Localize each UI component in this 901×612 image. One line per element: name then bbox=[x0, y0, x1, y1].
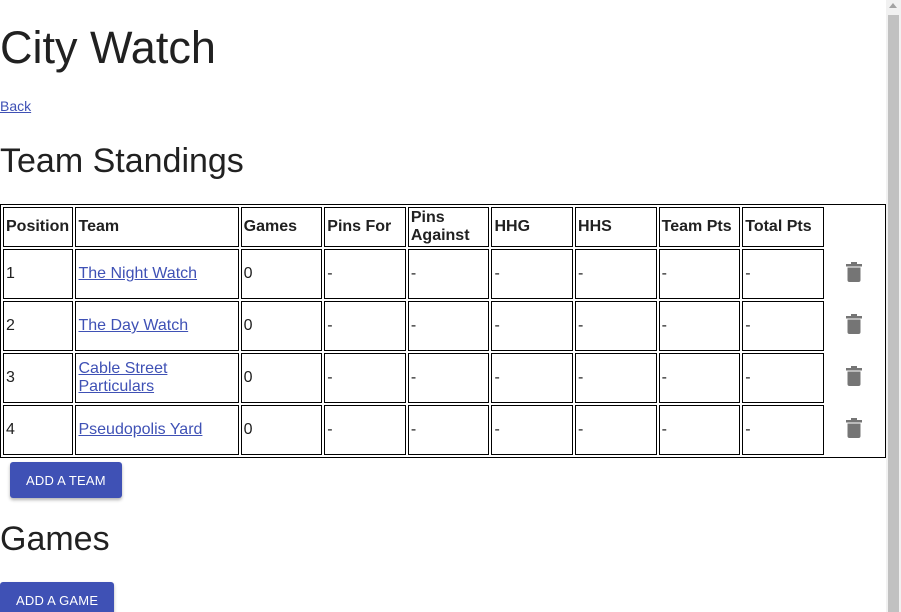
cell-position: 2 bbox=[3, 301, 74, 351]
table-row: 4 Pseudopolis Yard 0 - - - - - - bbox=[3, 405, 883, 455]
table-row: 3 Cable Street Particulars 0 - - - - - - bbox=[3, 353, 883, 403]
column-header-actions bbox=[826, 207, 883, 247]
cell-team: Pseudopolis Yard bbox=[75, 405, 239, 455]
add-team-button[interactable]: ADD A TEAM bbox=[10, 462, 122, 498]
team-link[interactable]: The Night Watch bbox=[78, 265, 197, 282]
page-title: City Watch bbox=[0, 22, 216, 73]
table-row: 2 The Day Watch 0 - - - - - - bbox=[3, 301, 883, 351]
cell-team: Cable Street Particulars bbox=[75, 353, 239, 403]
cell-hhg: - bbox=[491, 249, 574, 299]
cell-games: 0 bbox=[240, 353, 323, 403]
cell-pins-for: - bbox=[324, 249, 406, 299]
standings-table: Position Team Games Pins For Pins Agains… bbox=[0, 204, 886, 458]
cell-total-pts: - bbox=[742, 249, 824, 299]
cell-total-pts: - bbox=[742, 301, 824, 351]
cell-team: The Day Watch bbox=[75, 301, 239, 351]
cell-actions bbox=[826, 353, 883, 403]
column-header-team-pts: Team Pts bbox=[658, 207, 741, 247]
trash-icon[interactable] bbox=[846, 313, 863, 334]
column-header-pins-against: Pins Against bbox=[407, 207, 490, 247]
cell-pins-against: - bbox=[407, 301, 490, 351]
page: City Watch Back Team Standings Position … bbox=[0, 0, 886, 612]
cell-hhs: - bbox=[575, 353, 657, 403]
cell-hhs: - bbox=[575, 405, 657, 455]
cell-pins-for: - bbox=[324, 405, 406, 455]
cell-pins-for: - bbox=[324, 353, 406, 403]
trash-icon[interactable] bbox=[846, 365, 863, 386]
cell-hhg: - bbox=[491, 353, 574, 403]
cell-hhg: - bbox=[491, 405, 574, 455]
cell-actions bbox=[826, 301, 883, 351]
vertical-scrollbar[interactable] bbox=[886, 0, 901, 612]
team-link[interactable]: Cable Street Particulars bbox=[78, 360, 167, 395]
cell-team: The Night Watch bbox=[75, 249, 239, 299]
cell-pins-against: - bbox=[407, 249, 490, 299]
games-heading: Games bbox=[0, 520, 110, 558]
column-header-games: Games bbox=[240, 207, 323, 247]
column-header-pins-for: Pins For bbox=[324, 207, 406, 247]
column-header-team: Team bbox=[75, 207, 239, 247]
back-link[interactable]: Back bbox=[0, 98, 31, 114]
cell-pins-against: - bbox=[407, 405, 490, 455]
cell-games: 0 bbox=[240, 301, 323, 351]
cell-hhg: - bbox=[491, 301, 574, 351]
cell-actions bbox=[826, 249, 883, 299]
cell-actions bbox=[826, 405, 883, 455]
trash-icon[interactable] bbox=[846, 417, 863, 438]
cell-games: 0 bbox=[240, 249, 323, 299]
cell-position: 3 bbox=[3, 353, 74, 403]
cell-games: 0 bbox=[240, 405, 323, 455]
team-link[interactable]: The Day Watch bbox=[78, 317, 188, 334]
cell-team-pts: - bbox=[658, 301, 741, 351]
column-header-position: Position bbox=[3, 207, 74, 247]
standings-heading: Team Standings bbox=[0, 142, 244, 180]
cell-hhs: - bbox=[575, 249, 657, 299]
cell-total-pts: - bbox=[742, 353, 824, 403]
cell-position: 1 bbox=[3, 249, 74, 299]
cell-total-pts: - bbox=[742, 405, 824, 455]
column-header-total-pts: Total Pts bbox=[742, 207, 824, 247]
column-header-hhg: HHG bbox=[491, 207, 574, 247]
cell-team-pts: - bbox=[658, 405, 741, 455]
cell-pins-for: - bbox=[324, 301, 406, 351]
scrollbar-thumb[interactable] bbox=[888, 15, 899, 612]
add-game-button[interactable]: ADD A GAME bbox=[0, 582, 115, 612]
cell-team-pts: - bbox=[658, 353, 741, 403]
cell-team-pts: - bbox=[658, 249, 741, 299]
cell-pins-against: - bbox=[407, 353, 490, 403]
cell-position: 4 bbox=[3, 405, 74, 455]
column-header-hhs: HHS bbox=[575, 207, 657, 247]
table-header-row: Position Team Games Pins For Pins Agains… bbox=[3, 207, 883, 247]
scroll-up-arrow-icon[interactable] bbox=[889, 3, 897, 8]
table-row: 1 The Night Watch 0 - - - - - - bbox=[3, 249, 883, 299]
team-link[interactable]: Pseudopolis Yard bbox=[78, 421, 202, 438]
trash-icon[interactable] bbox=[846, 261, 863, 282]
cell-hhs: - bbox=[575, 301, 657, 351]
